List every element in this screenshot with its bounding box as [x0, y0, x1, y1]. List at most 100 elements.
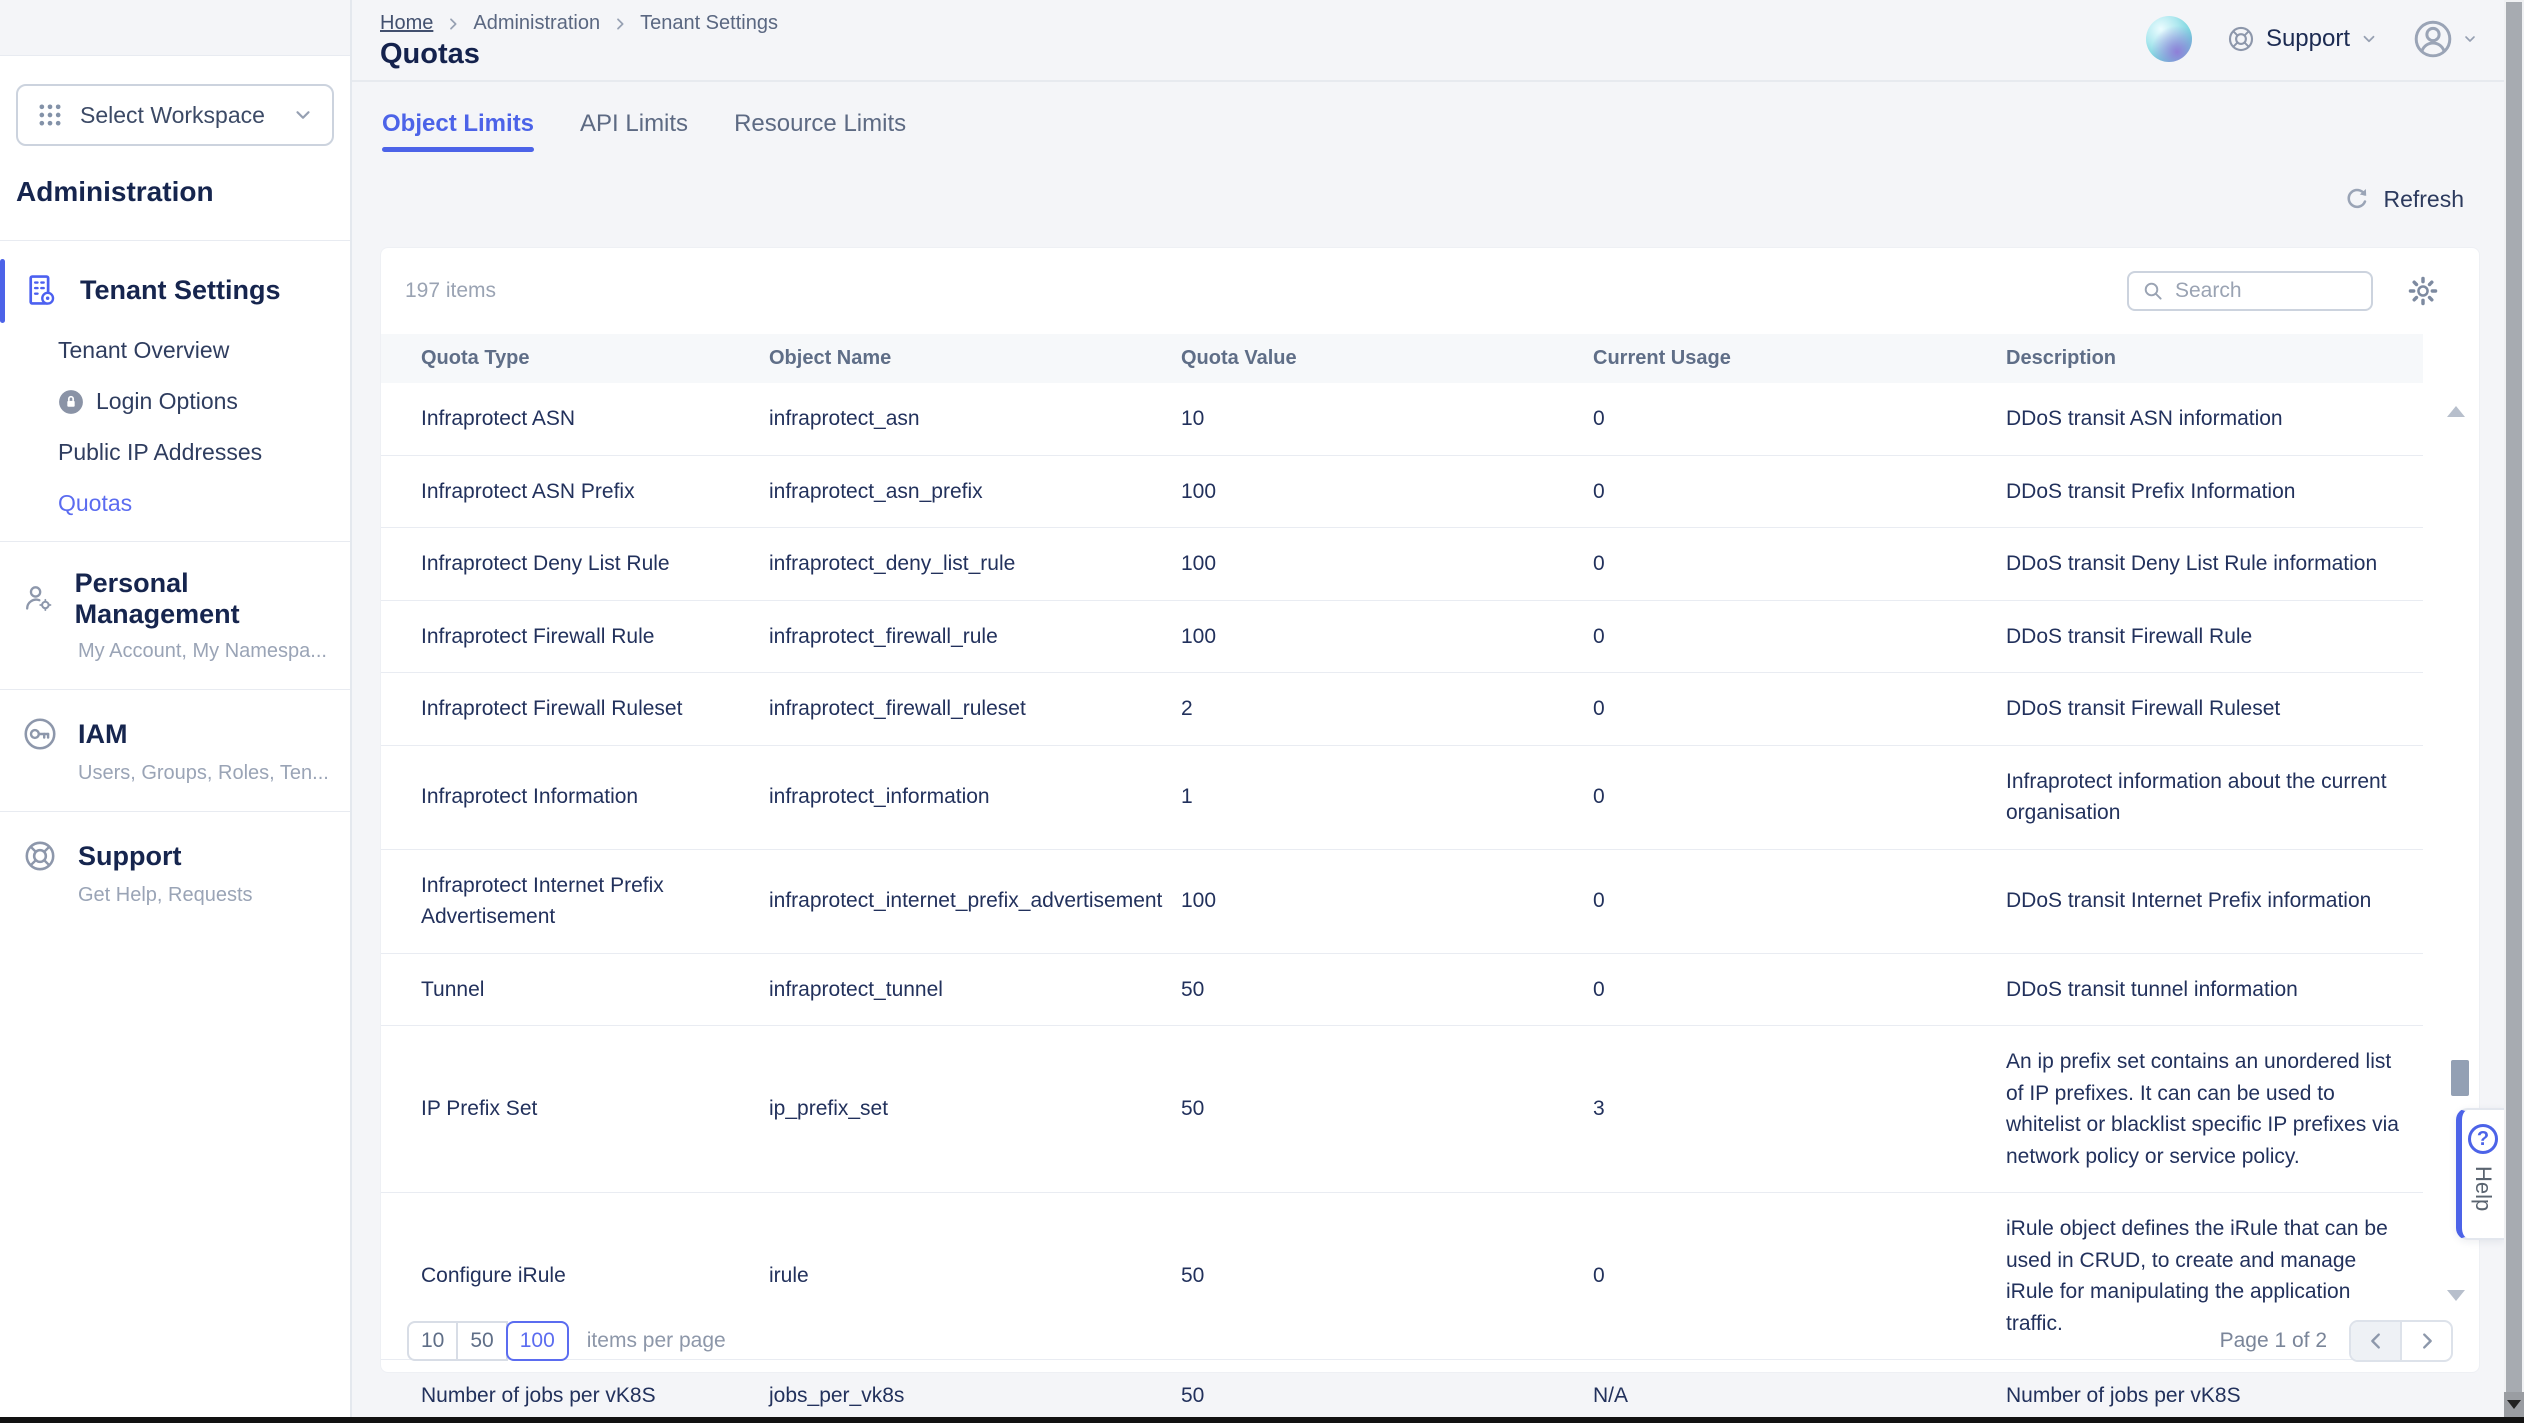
tab-resource-limits[interactable]: Resource Limits	[734, 110, 906, 152]
col-current-usage: Current Usage	[1593, 334, 2006, 383]
cell-quota-type: Infraprotect Deny List Rule	[381, 528, 769, 601]
sidebar-item-iam[interactable]: IAM Users, Groups, Roles, Ten...	[0, 690, 350, 811]
tenant-settings-label: Tenant Settings	[80, 275, 281, 306]
sidebar-item-login-options[interactable]: Login Options	[58, 388, 350, 415]
topbar-right: Support	[2146, 16, 2478, 62]
prev-page-button[interactable]	[2351, 1322, 2402, 1360]
page-size-50[interactable]: 50	[456, 1321, 507, 1361]
cell-object-name: infraprotect_internet_prefix_advertiseme…	[769, 849, 1181, 953]
grid-icon	[36, 101, 64, 129]
user-menu[interactable]	[2412, 18, 2478, 60]
cell-quota-type: Infraprotect Firewall Rule	[381, 600, 769, 673]
chevron-down-icon	[292, 104, 314, 126]
cell-quota-value: 100	[1181, 455, 1593, 528]
page-scrollbar-thumb[interactable]	[2506, 2, 2522, 1392]
table-settings-button[interactable]	[2407, 275, 2439, 307]
sidebar-item-quotas[interactable]: Quotas	[58, 490, 350, 517]
gear-icon	[2407, 275, 2439, 307]
cell-current-usage: 0	[1593, 455, 2006, 528]
col-quota-type: Quota Type	[381, 334, 769, 383]
table-row: Tunnel infraprotect_tunnel 50 0 DDoS tra…	[381, 953, 2423, 1026]
sidebar-item-support[interactable]: Support Get Help, Requests	[0, 812, 350, 933]
chevron-right-icon	[445, 16, 461, 32]
tab-object-limits[interactable]: Object Limits	[382, 110, 534, 152]
pager: Page 1 of 2	[2220, 1320, 2453, 1362]
lifebuoy-icon	[2226, 24, 2256, 54]
table-scroll-up-arrow[interactable]	[2447, 406, 2465, 417]
cell-description: Infraprotect information about the curre…	[2006, 745, 2423, 849]
chevron-right-icon	[612, 16, 628, 32]
sidebar-item-personal-management[interactable]: Personal Management My Account, My Names…	[0, 542, 350, 689]
cell-quota-value: 100	[1181, 600, 1593, 673]
table-row: Infraprotect Deny List Rule infraprotect…	[381, 528, 2423, 601]
cell-description: DDoS transit Internet Prefix information	[2006, 849, 2423, 953]
search-icon	[2141, 279, 2165, 303]
cell-quota-value: 1	[1181, 745, 1593, 849]
page-scrollbar	[2504, 0, 2524, 1423]
sidebar-item-public-ip-addresses[interactable]: Public IP Addresses	[58, 439, 350, 466]
cell-description: DDoS transit tunnel information	[2006, 953, 2423, 1026]
cell-current-usage: 0	[1593, 745, 2006, 849]
cell-description: An ip prefix set contains an unordered l…	[2006, 1026, 2423, 1193]
col-object-name: Object Name	[769, 334, 1181, 383]
cell-current-usage: 0	[1593, 383, 2006, 455]
tab-api-limits[interactable]: API Limits	[580, 110, 688, 152]
user-avatar-icon	[2412, 18, 2454, 60]
next-page-button[interactable]	[2402, 1322, 2451, 1360]
table-toolbar: 197 items	[381, 248, 2479, 334]
cell-quota-type: Infraprotect Information	[381, 745, 769, 849]
cell-current-usage: 0	[1593, 849, 2006, 953]
cell-quota-type: IP Prefix Set	[381, 1026, 769, 1193]
breadcrumb-home[interactable]: Home	[380, 12, 433, 35]
cell-current-usage: 0	[1593, 528, 2006, 601]
sidebar-item-tenant-overview[interactable]: Tenant Overview	[58, 337, 350, 364]
cell-object-name: infraprotect_asn_prefix	[769, 455, 1181, 528]
cell-quota-type: Infraprotect Firewall Ruleset	[381, 673, 769, 746]
search-input[interactable]	[2175, 279, 2345, 303]
header-divider	[352, 80, 2524, 82]
lock-badge-icon	[58, 389, 84, 415]
page-info: Page 1 of 2	[2220, 1329, 2327, 1353]
tenant-logo[interactable]	[2146, 16, 2192, 62]
help-tab[interactable]: ? Help	[2456, 1108, 2504, 1240]
items-per-page-label: items per page	[587, 1329, 726, 1353]
refresh-label: Refresh	[2383, 186, 2464, 213]
page-scroll-down-arrow[interactable]	[2504, 1392, 2524, 1417]
public-ip-label: Public IP Addresses	[58, 439, 262, 466]
cell-description: DDoS transit Prefix Information	[2006, 455, 2423, 528]
sidebar-item-tenant-settings[interactable]: Tenant Settings	[0, 263, 350, 317]
chevron-down-icon	[2462, 31, 2478, 47]
cell-quota-value: 50	[1181, 953, 1593, 1026]
login-options-label: Login Options	[96, 388, 238, 415]
personal-management-label: Personal Management	[75, 568, 334, 630]
help-question-icon: ?	[2468, 1124, 2498, 1154]
table-scrollbar-thumb[interactable]	[2451, 1060, 2469, 1096]
refresh-button[interactable]: Refresh	[2343, 185, 2464, 213]
cell-quota-value: 100	[1181, 528, 1593, 601]
cell-current-usage: 0	[1593, 600, 2006, 673]
page-size-10[interactable]: 10	[407, 1321, 458, 1361]
tenant-overview-label: Tenant Overview	[58, 337, 229, 364]
table-row: Infraprotect Internet Prefix Advertiseme…	[381, 849, 2423, 953]
table-header-row: Quota Type Object Name Quota Value Curre…	[381, 334, 2423, 383]
page-size-100[interactable]: 100	[506, 1321, 569, 1361]
quota-table-card: 197 items	[380, 247, 2480, 1373]
breadcrumb: Home Administration Tenant Settings	[380, 12, 778, 35]
cell-quota-value: 50	[1181, 1026, 1593, 1193]
table-scroll-down-arrow[interactable]	[2447, 1290, 2465, 1301]
support-menu[interactable]: Support	[2226, 24, 2378, 54]
workspace-button-label: Select Workspace	[80, 102, 276, 129]
items-count: 197 items	[405, 279, 496, 303]
breadcrumb-tenant-settings: Tenant Settings	[640, 12, 778, 35]
col-description: Description	[2006, 334, 2423, 383]
cell-quota-type: Infraprotect Internet Prefix Advertiseme…	[381, 849, 769, 953]
select-workspace-button[interactable]: Select Workspace	[16, 84, 334, 146]
cell-description: DDoS transit Deny List Rule information	[2006, 528, 2423, 601]
breadcrumb-administration[interactable]: Administration	[473, 12, 600, 35]
cell-description: DDoS transit ASN information	[2006, 383, 2423, 455]
tenant-settings-children: Tenant Overview Login Options Public IP …	[0, 337, 350, 517]
iam-subtitle: Users, Groups, Roles, Ten...	[78, 762, 334, 785]
personal-management-subtitle: My Account, My Namespa...	[78, 640, 334, 663]
cell-object-name: infraprotect_deny_list_rule	[769, 528, 1181, 601]
window-bottom-edge	[0, 1417, 2524, 1423]
